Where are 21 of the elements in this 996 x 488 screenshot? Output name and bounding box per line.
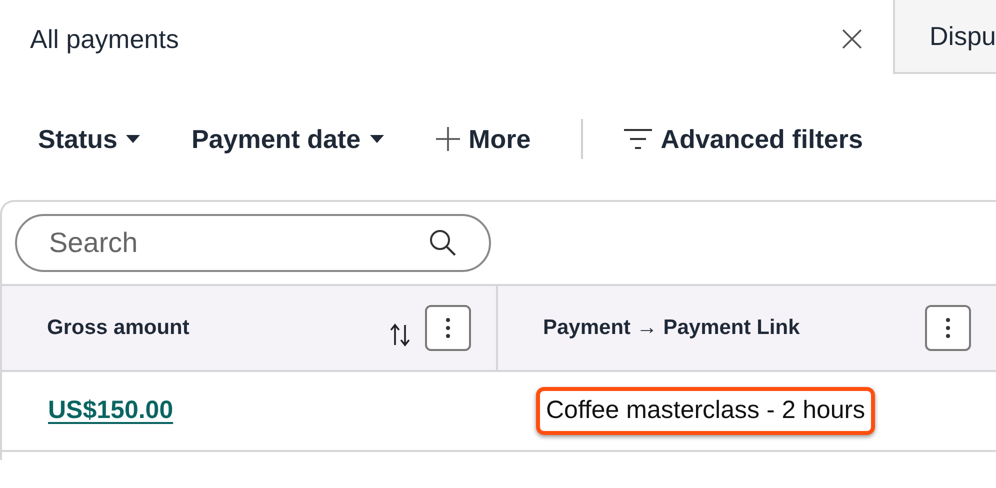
close-icon[interactable] (840, 28, 863, 50)
filter-button[interactable]: More (434, 120, 531, 158)
dots-icon (445, 317, 451, 339)
filter-button[interactable]: Payment date (191, 120, 385, 158)
tab[interactable]: Dispu (892, 0, 996, 74)
column-header[interactable]: Payment → Payment Link (498, 286, 996, 370)
filter-icon (622, 128, 653, 150)
sort-icon[interactable] (389, 323, 411, 347)
caret-icon (125, 134, 142, 144)
column-menu-button[interactable] (925, 305, 971, 351)
filter-button[interactable]: Status (38, 120, 142, 158)
search-icon (429, 229, 457, 257)
amount-link[interactable]: US$150.00 (48, 392, 174, 430)
column-header[interactable]: Gross amount (2, 286, 498, 370)
table-cell: Coffee masterclass - 2 hours (536, 387, 876, 435)
dots-icon (945, 317, 951, 339)
search-field[interactable]: Search (15, 214, 491, 272)
caret-icon (368, 134, 385, 144)
column-menu-button[interactable] (425, 305, 471, 351)
filter-button[interactable]: Advanced filters (622, 120, 863, 158)
plus-icon (434, 126, 461, 152)
